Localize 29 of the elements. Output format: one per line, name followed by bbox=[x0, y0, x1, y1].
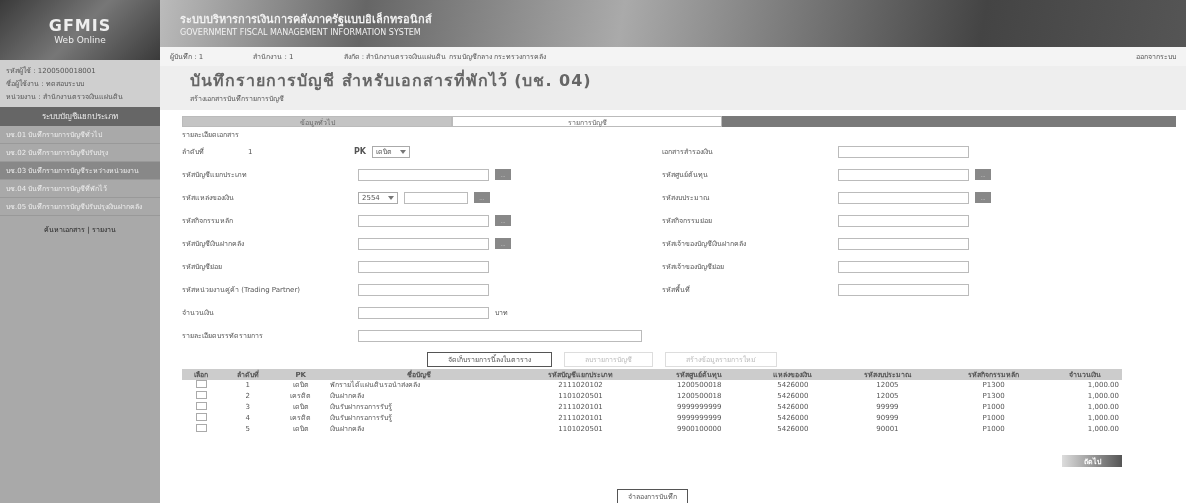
input-field[interactable] bbox=[358, 237, 489, 250]
input-field[interactable] bbox=[403, 191, 468, 204]
input-field[interactable] bbox=[838, 168, 969, 181]
input-field[interactable] bbox=[838, 260, 969, 273]
dropdown-icon bbox=[387, 195, 394, 200]
checkbox[interactable] bbox=[195, 413, 207, 421]
input-field[interactable] bbox=[358, 329, 642, 342]
logo-text: GFMIS bbox=[48, 15, 112, 35]
page-title: บันทึกรายการบัญชี สำหรับเอกสารที่พักไว้ (บช. 04) bbox=[190, 68, 593, 93]
input-field[interactable] bbox=[838, 145, 969, 158]
input-field[interactable] bbox=[838, 191, 969, 204]
system-title: ระบบบริหารการเงินการคลังภาครัฐแบบอิเล็กทรอนิกส์ bbox=[180, 11, 433, 28]
checkbox[interactable] bbox=[195, 424, 207, 432]
input-field[interactable] bbox=[358, 214, 489, 227]
input-field[interactable] bbox=[838, 283, 969, 296]
system-subtitle: GOVERNMENT FISCAL MANAGEMENT INFORMATION SYSTEM bbox=[180, 28, 422, 37]
checkbox[interactable] bbox=[195, 402, 207, 410]
checkbox[interactable] bbox=[195, 380, 207, 388]
input-field[interactable] bbox=[358, 283, 489, 296]
logo-subtitle: Web Online bbox=[54, 34, 106, 45]
checkbox[interactable] bbox=[195, 391, 207, 399]
input-field[interactable] bbox=[358, 168, 489, 181]
input-field[interactable] bbox=[838, 214, 969, 227]
input-field[interactable] bbox=[358, 260, 489, 273]
input-field[interactable] bbox=[358, 306, 489, 319]
dropdown-icon bbox=[400, 149, 407, 154]
menu-section-title: ระบบบัญชีแยกประเภท bbox=[0, 107, 160, 126]
pk-label: PK bbox=[354, 147, 367, 156]
input-field[interactable] bbox=[838, 237, 969, 250]
